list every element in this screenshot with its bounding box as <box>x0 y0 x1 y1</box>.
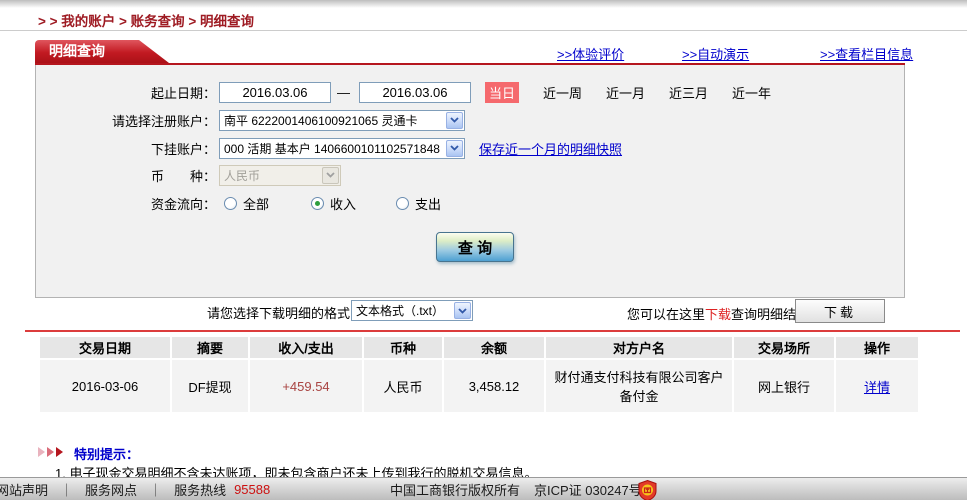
date-range-row: 起止日期： — 当日 近一周 近一月 近三月 近一年 <box>36 81 771 103</box>
col-header-balance: 余额 <box>444 337 544 358</box>
cell-counterparty: 财付通支付科技有限公司客户备付金 <box>546 360 732 412</box>
radio-unchecked-icon <box>396 196 410 210</box>
range-last-year[interactable]: 近一年 <box>732 83 771 102</box>
security-badge-icon[interactable] <box>638 479 657 500</box>
cell-date: 2016-03-06 <box>40 360 170 412</box>
currency-value: 人民币 <box>224 168 261 183</box>
query-form-panel: 起止日期： — 当日 近一周 近一月 近三月 近一年 请选择注册账户： 南平 6… <box>35 65 905 298</box>
footer-link-statement[interactable]: 网站声明 <box>0 480 48 499</box>
query-button[interactable]: 查 询 <box>436 232 514 262</box>
download-hint-prefix: 您可以在这里 <box>627 307 706 322</box>
fund-flow-label: 资金流向： <box>150 196 216 212</box>
cell-action: 详情 <box>836 360 918 412</box>
table-header-row: 交易日期 摘要 收入/支出 币种 余额 对方户名 交易场所 操作 <box>40 337 918 358</box>
notice-title: 特别提示： <box>74 447 140 462</box>
table-top-rule <box>25 330 960 332</box>
fund-flow-row: 资金流向： 全部 收入 支出 <box>36 192 441 214</box>
footer-bar: 网站声明 ｜ 服务网点 ｜ 服务热线 95588 中国工商银行版权所有 京ICP… <box>0 477 967 500</box>
tab-detail-query[interactable]: 明细查询 <box>35 40 169 63</box>
sub-account-select[interactable]: 000 活期 基本户 1406600101102571848 <box>219 137 465 159</box>
register-account-label: 请选择注册账户： <box>111 113 216 129</box>
cell-amount: +459.54 <box>250 360 362 412</box>
snapshot-link[interactable]: 保存近一个月的明细快照 <box>479 139 622 158</box>
download-button[interactable]: 下载 <box>795 299 885 323</box>
chevron-down-icon <box>446 111 463 129</box>
footer-center: 中国工商银行版权所有 京ICP证 030247号 <box>390 480 642 499</box>
register-account-value: 南平 6222001406100921065 灵通卡 <box>224 113 418 128</box>
currency-row: 币 种： 人民币 <box>36 164 341 186</box>
date-range-label: 起止日期： <box>150 85 216 101</box>
link-auto-demo[interactable]: >>自动演示 <box>682 44 749 63</box>
sub-account-label: 下挂账户： <box>150 141 216 157</box>
radio-checked-icon <box>311 196 325 210</box>
transaction-detail-query-page: > > 我的账户 > 账务查询 > 明细查询 明细查询 >>体验评价 >>自动演… <box>0 0 967 500</box>
flow-option-expense[interactable]: 支出 <box>396 194 441 213</box>
download-format-select[interactable]: 文本格式（.txt） <box>351 300 473 321</box>
col-header-date: 交易日期 <box>40 337 170 358</box>
range-today-button[interactable]: 当日 <box>485 81 519 103</box>
table-row: 2016-03-06 DF提现 +459.54 人民币 3,458.12 财付通… <box>40 360 918 412</box>
range-last-quarter[interactable]: 近三月 <box>669 83 708 102</box>
footer-separator: ｜ <box>60 482 74 498</box>
sub-account-row: 下挂账户： 000 活期 基本户 1406600101102571848 保存近… <box>36 137 622 159</box>
range-last-month[interactable]: 近一月 <box>606 83 645 102</box>
date-from-input[interactable] <box>219 81 331 103</box>
top-gradient <box>0 0 967 8</box>
footer-separator: ｜ <box>149 482 163 498</box>
flow-option-all[interactable]: 全部 <box>224 194 269 213</box>
breadcrumb: > > 我的账户 > 账务查询 > 明细查询 <box>38 14 255 29</box>
chevron-down-icon <box>446 139 463 157</box>
cell-channel: 网上银行 <box>734 360 834 412</box>
radio-unchecked-icon <box>224 196 237 210</box>
footer-hotline-number: 95588 <box>234 481 271 497</box>
col-header-summary: 摘要 <box>172 337 248 358</box>
col-header-currency: 币种 <box>364 337 442 358</box>
footer-hotline-label: 服务热线 <box>174 482 227 498</box>
chevron-down-icon <box>454 302 471 319</box>
cell-currency: 人民币 <box>364 360 442 412</box>
cell-balance: 3,458.12 <box>444 360 544 412</box>
chevron-down-icon <box>322 166 339 184</box>
register-account-row: 请选择注册账户： 南平 6222001406100921065 灵通卡 <box>36 109 465 131</box>
link-experience-rating[interactable]: >>体验评价 <box>557 44 624 63</box>
col-header-counterparty: 对方户名 <box>546 337 732 358</box>
register-account-select[interactable]: 南平 6222001406100921065 灵通卡 <box>219 109 465 131</box>
sub-account-value: 000 活期 基本户 1406600101102571848 <box>224 141 440 156</box>
download-format-label: 请您选择下载明细的格式 <box>206 306 350 321</box>
range-last-week[interactable]: 近一周 <box>543 83 582 102</box>
detail-link[interactable]: 详情 <box>864 380 890 395</box>
flow-option-income[interactable]: 收入 <box>311 194 356 213</box>
col-header-action: 操作 <box>836 337 918 358</box>
footer-copyright: 中国工商银行版权所有 <box>390 482 521 498</box>
link-view-column-info[interactable]: >>查看栏目信息 <box>820 44 913 63</box>
currency-select-disabled: 人民币 <box>219 164 341 186</box>
date-separator: — <box>337 84 350 100</box>
download-hint-emphasis: 下载 <box>705 307 732 322</box>
date-to-input[interactable] <box>359 81 471 103</box>
cell-summary: DF提现 <box>172 360 248 412</box>
divider <box>0 30 967 31</box>
currency-label: 币 种： <box>150 168 216 184</box>
footer-icp: 京ICP证 030247号 <box>534 482 642 498</box>
col-header-amount: 收入/支出 <box>250 337 362 358</box>
footer-left: 网站声明 ｜ 服务网点 ｜ 服务热线 95588 <box>0 480 270 499</box>
download-hint: 您可以在这里下载查询明细结果 <box>627 304 809 323</box>
col-header-channel: 交易场所 <box>734 337 834 358</box>
download-format-value: 文本格式（.txt） <box>356 304 445 318</box>
transaction-table: 交易日期 摘要 收入/支出 币种 余额 对方户名 交易场所 操作 2016-03… <box>38 335 920 414</box>
notice-arrows-icon <box>38 447 65 457</box>
footer-link-branches[interactable]: 服务网点 <box>85 480 137 499</box>
